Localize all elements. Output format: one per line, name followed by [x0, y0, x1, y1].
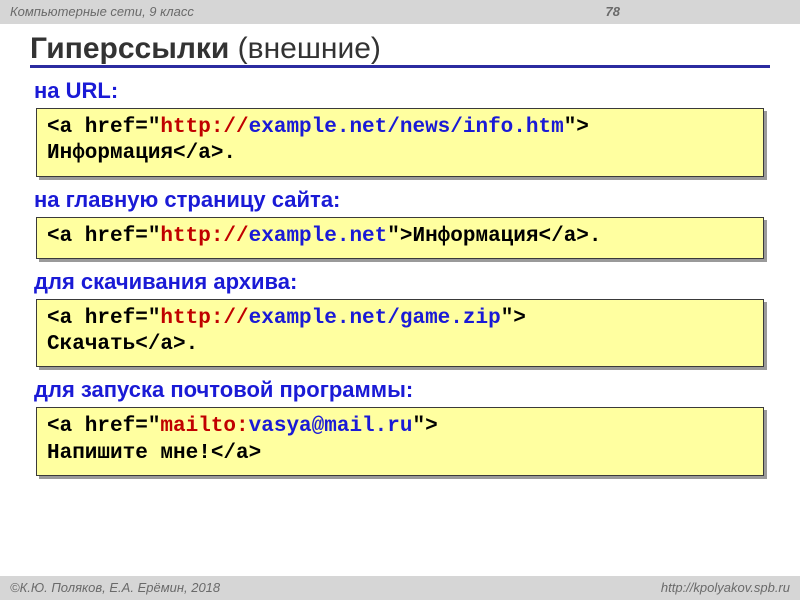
section-2: для скачивания архива: <a href="http://e… [30, 269, 770, 368]
slide-title-bold: Гиперссылки [30, 32, 229, 65]
subhead-0: на URL: [34, 78, 770, 104]
footer-right: http://kpolyakov.spb.ru [661, 576, 790, 600]
page-number: 78 [606, 0, 620, 24]
course-title: Компьютерные сети, 9 класс [10, 4, 194, 19]
subhead-2: для скачивания архива: [34, 269, 770, 295]
codebox-3: <a href="mailto:vasya@mail.ru"> Напишите… [36, 407, 764, 476]
footer: ©К.Ю. Поляков, Е.А. Ерёмин, 2018 http://… [0, 576, 800, 600]
slide-title-rest: (внешние) [229, 32, 381, 65]
codebox-1: <a href="http://example.net">Информация<… [36, 217, 764, 259]
section-0: на URL: <a href="http://example.net/news… [30, 78, 770, 177]
footer-left: ©К.Ю. Поляков, Е.А. Ерёмин, 2018 [10, 576, 220, 600]
subhead-3: для запуска почтовой программы: [34, 377, 770, 403]
codebox-2: <a href="http://example.net/game.zip"> С… [36, 299, 764, 368]
slide-title-wrap: Гиперссылки (внешние) [30, 32, 770, 68]
section-3: для запуска почтовой программы: <a href=… [30, 377, 770, 476]
section-1: на главную страницу сайта: <a href="http… [30, 187, 770, 259]
codebox-0: <a href="http://example.net/news/info.ht… [36, 108, 764, 177]
topbar: Компьютерные сети, 9 класс 78 [0, 0, 800, 24]
slide-title: Гиперссылки (внешние) [30, 32, 770, 68]
slide-content: Гиперссылки (внешние) на URL: <a href="h… [0, 24, 800, 476]
subhead-1: на главную страницу сайта: [34, 187, 770, 213]
